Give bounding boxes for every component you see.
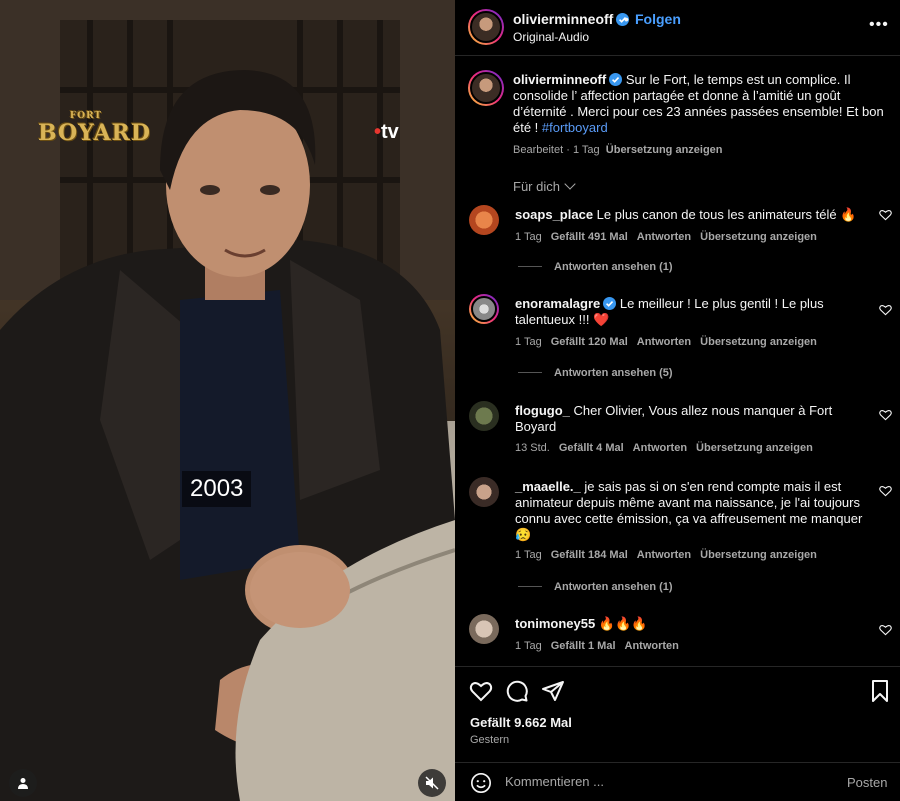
commenter-username[interactable]: _maaelle._ <box>515 479 581 494</box>
user-icon <box>18 778 28 789</box>
comment-time[interactable]: 1 Tag <box>515 640 542 652</box>
post-media[interactable]: FORT BOYARD •tv 2003 <box>0 0 455 801</box>
bookmark-icon[interactable] <box>868 679 892 703</box>
heart-icon[interactable] <box>879 485 892 497</box>
reply-button[interactable]: Antworten <box>625 640 679 652</box>
post-comment-button[interactable]: Posten <box>847 775 887 790</box>
mute-button[interactable] <box>418 769 446 797</box>
reply-line <box>518 372 542 373</box>
heart-icon[interactable] <box>879 209 892 221</box>
verified-badge-icon <box>609 73 623 86</box>
reply-line <box>518 586 542 587</box>
view-replies-button[interactable]: Antworten ansehen (1) <box>518 261 673 273</box>
more-options-icon[interactable]: ••• <box>869 16 889 34</box>
reply-button[interactable]: Antworten <box>637 549 691 561</box>
commenter-username[interactable]: soaps_place <box>515 207 593 222</box>
edited-label: Bearbeitet <box>513 144 564 156</box>
heart-icon[interactable] <box>879 409 892 421</box>
comment-likes[interactable]: Gefällt 4 Mal <box>559 442 624 454</box>
like-heart-icon[interactable] <box>469 679 493 703</box>
commenter-avatar[interactable] <box>469 614 499 644</box>
comment-meta: 1 Tag Gefällt 1 Mal Antworten <box>515 640 688 652</box>
reply-button[interactable]: Antworten <box>633 442 687 454</box>
commenter-username[interactable]: tonimoney55 <box>515 616 595 631</box>
comment-text: 🔥🔥🔥 <box>598 616 648 631</box>
heart-icon[interactable] <box>879 624 892 636</box>
author-avatar[interactable] <box>468 9 504 45</box>
share-send-icon[interactable] <box>541 679 565 703</box>
translate-link[interactable]: Übersetzung anzeigen <box>700 231 817 243</box>
comment-likes[interactable]: Gefällt 184 Mal <box>551 549 628 561</box>
follow-button[interactable]: Folgen <box>635 11 681 27</box>
reply-button[interactable]: Antworten <box>637 336 691 348</box>
post-side-panel: olivierminneoff • Folgen Original-Audio … <box>455 0 900 801</box>
audio-label[interactable]: Original-Audio <box>513 30 589 44</box>
comment-meta: 1 Tag Gefällt 491 Mal Antworten Übersetzung… <box>515 231 826 243</box>
view-replies-button[interactable]: Antworten ansehen (1) <box>518 581 673 593</box>
commenter-avatar[interactable] <box>469 294 499 324</box>
reply-line <box>518 266 542 267</box>
comment-bubble-icon[interactable] <box>505 679 529 703</box>
comment-time[interactable]: 13 Std. <box>515 442 550 454</box>
separator-dot: • <box>624 11 629 27</box>
comment-meta: 1 Tag Gefällt 184 Mal Antworten Übersetzung… <box>515 549 826 561</box>
likes-count[interactable]: Gefällt 9.662 Mal <box>470 715 572 730</box>
caption-time[interactable]: 1 Tag <box>573 144 600 156</box>
caption-author-avatar[interactable] <box>468 70 504 106</box>
translate-link[interactable]: Übersetzung anzeigen <box>696 442 813 454</box>
heart-icon[interactable] <box>879 304 892 316</box>
fort-boyard-logo: FORT BOYARD <box>38 111 151 146</box>
commenter-avatar[interactable] <box>469 401 499 431</box>
comment-time[interactable]: 1 Tag <box>515 549 542 561</box>
speaker-muted-icon <box>425 776 439 790</box>
commenter-username[interactable]: flogugo_ <box>515 403 570 418</box>
year-overlay: 2003 <box>182 471 252 507</box>
comment-input[interactable] <box>505 774 805 789</box>
comment-meta: 1 Tag Gefällt 120 Mal Antworten Übersetzung… <box>515 336 826 348</box>
commenter-avatar[interactable] <box>469 477 499 507</box>
caption-username[interactable]: olivierminneoff <box>513 72 606 87</box>
reply-button[interactable]: Antworten <box>637 231 691 243</box>
post-caption: olivierminneoff Sur le Fort, le temps es… <box>513 72 893 136</box>
post-header: olivierminneoff • Folgen Original-Audio … <box>455 0 900 56</box>
comment-sort-dropdown[interactable]: Für dich <box>513 178 576 194</box>
translate-link[interactable]: Übersetzung anzeigen <box>700 549 817 561</box>
comment-time[interactable]: 1 Tag <box>515 231 542 243</box>
comment-time[interactable]: 1 Tag <box>515 336 542 348</box>
verified-badge-icon <box>603 297 617 310</box>
caption-translate-link[interactable]: Übersetzung anzeigen <box>606 144 723 156</box>
view-replies-button[interactable]: Antworten ansehen (5) <box>518 367 673 379</box>
comment-meta: 13 Std. Gefällt 4 Mal Antworten Übersetzung… <box>515 442 822 454</box>
caption-meta: Bearbeitet · 1 Tag Übersetzung anzeigen <box>513 144 723 156</box>
comment-likes[interactable]: Gefällt 120 Mal <box>551 336 628 348</box>
emoji-icon[interactable] <box>470 772 492 794</box>
france-tv-logo: •tv <box>374 121 399 143</box>
chevron-down-icon <box>564 178 576 190</box>
translate-link[interactable]: Übersetzung anzeigen <box>700 336 817 348</box>
comment-likes[interactable]: Gefällt 491 Mal <box>551 231 628 243</box>
comment-likes[interactable]: Gefällt 1 Mal <box>551 640 616 652</box>
tagged-users-button[interactable] <box>9 769 37 797</box>
commenter-avatar[interactable] <box>469 205 499 235</box>
commenter-username[interactable]: enoramalagre <box>515 296 600 311</box>
comment-composer: Posten <box>455 762 900 801</box>
comment-text: Le plus canon de tous les animateurs tél… <box>596 207 857 222</box>
caption-hashtag[interactable]: #fortboyard <box>542 120 608 135</box>
post-date[interactable]: Gestern <box>470 734 509 746</box>
author-username[interactable]: olivierminneoff <box>513 11 630 27</box>
